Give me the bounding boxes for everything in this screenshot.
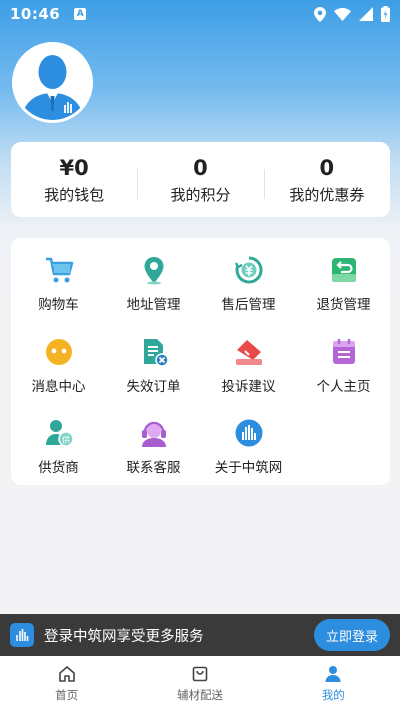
login-banner: 登录中筑网享受更多服务 立即登录 xyxy=(0,614,400,656)
person-icon xyxy=(325,666,341,682)
return-goods-icon xyxy=(331,258,356,282)
menu-item-returns[interactable]: 退货管理 xyxy=(296,255,391,325)
menu-item-messages[interactable]: 消息中心 xyxy=(11,337,106,407)
menu-item-address[interactable]: 地址管理 xyxy=(106,255,201,325)
wallet-stat[interactable]: ¥0 我的钱包 xyxy=(11,142,137,217)
status-icons xyxy=(314,6,390,22)
menu-item-invalid-orders[interactable]: 失效订单 xyxy=(106,337,201,407)
menu-item-after-sales[interactable]: 售后管理 xyxy=(201,255,296,325)
menu-label: 联系客服 xyxy=(126,460,181,476)
shopping-bag-icon xyxy=(192,666,208,682)
login-banner-text: 登录中筑网享受更多服务 xyxy=(44,628,204,645)
menu-item-complaints[interactable]: 投诉建议 xyxy=(201,337,296,407)
menu-label: 购物车 xyxy=(38,297,79,313)
location-pin-icon xyxy=(144,257,163,285)
user-avatar-icon xyxy=(15,45,90,120)
menu-label: 供货商 xyxy=(38,460,79,476)
stats-card: ¥0 我的钱包 0 我的积分 0 我的优惠券 xyxy=(11,142,390,217)
brand-logo-icon xyxy=(10,623,34,647)
menu-item-suppliers[interactable]: 供 供货商 xyxy=(11,418,106,488)
menu-item-personal-page[interactable]: 个人主页 xyxy=(296,337,391,407)
points-label: 我的积分 xyxy=(170,185,231,204)
menu-label: 个人主页 xyxy=(316,379,371,395)
bottom-tab-bar: 首页 辅材配送 我的 xyxy=(0,656,400,711)
points-value: 0 xyxy=(193,155,208,180)
after-sales-icon xyxy=(234,256,263,284)
shopping-cart-icon xyxy=(45,257,73,283)
home-icon xyxy=(58,666,75,682)
menu-label: 投诉建议 xyxy=(221,379,276,395)
wifi-icon xyxy=(334,7,351,21)
login-button[interactable]: 立即登录 xyxy=(314,619,390,651)
menu-item-customer-service[interactable]: 联系客服 xyxy=(106,418,201,488)
menu-item-cart[interactable]: 购物车 xyxy=(11,255,106,325)
menu-label: 售后管理 xyxy=(221,297,276,313)
battery-icon xyxy=(381,6,390,22)
message-bubble-icon xyxy=(45,339,72,365)
coupons-label: 我的优惠券 xyxy=(289,185,365,204)
status-bar: 10:46 A xyxy=(0,0,400,28)
points-stat[interactable]: 0 我的积分 xyxy=(137,142,263,217)
tab-materials-delivery[interactable]: 辅材配送 xyxy=(133,656,266,711)
wallet-value: ¥0 xyxy=(59,155,89,180)
svg-text:供: 供 xyxy=(62,435,70,445)
wallet-label: 我的钱包 xyxy=(44,185,105,204)
complaint-icon xyxy=(235,340,262,365)
status-time: 10:46 xyxy=(10,5,61,23)
tab-label: 我的 xyxy=(321,688,345,702)
signal-icon xyxy=(359,7,373,21)
menu-label: 关于中筑网 xyxy=(214,460,283,476)
invalid-order-icon xyxy=(143,339,169,367)
menu-label: 消息中心 xyxy=(31,379,86,395)
menu-label: 失效订单 xyxy=(126,379,181,395)
tab-label: 首页 xyxy=(55,688,79,702)
tab-home[interactable]: 首页 xyxy=(0,656,133,711)
supplier-icon: 供 xyxy=(45,420,74,447)
about-logo-icon xyxy=(235,419,262,447)
customer-service-icon xyxy=(141,421,166,447)
menu-label: 地址管理 xyxy=(126,297,181,313)
tab-label: 辅材配送 xyxy=(176,688,223,702)
tab-mine[interactable]: 我的 xyxy=(267,656,400,711)
personal-page-icon xyxy=(332,339,355,364)
notification-icon: A xyxy=(74,8,87,20)
user-avatar[interactable] xyxy=(12,42,93,123)
coupons-stat[interactable]: 0 我的优惠券 xyxy=(263,142,390,217)
location-icon xyxy=(314,6,326,22)
menu-label: 退货管理 xyxy=(316,297,371,313)
menu-item-about[interactable]: 关于中筑网 xyxy=(201,418,296,488)
menu-grid: 购物车 地址管理 售后管理 退货管理 消息中心 失效订单 投诉建议 个人主页 供… xyxy=(11,238,390,485)
coupons-value: 0 xyxy=(319,155,335,180)
